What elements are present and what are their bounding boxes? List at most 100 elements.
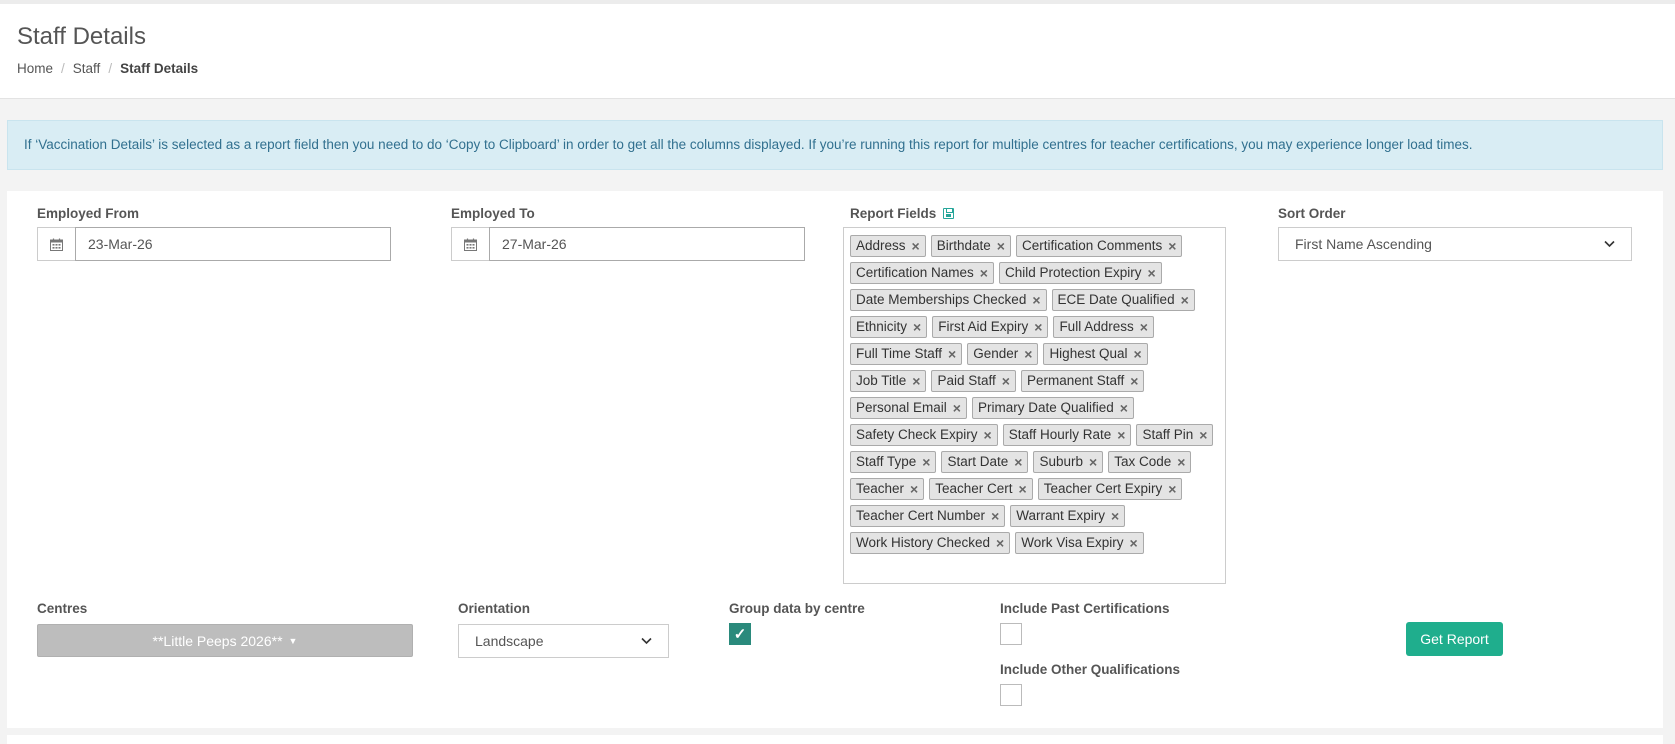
tag-row: Address × Birthdate × Certification Comments… [850, 232, 1219, 259]
sort-order-select[interactable]: First Name Ascending [1278, 227, 1632, 261]
remove-tag-icon[interactable]: × [1019, 481, 1027, 497]
remove-tag-icon[interactable]: × [997, 238, 1005, 254]
chevron-down-icon [641, 637, 652, 645]
remove-tag-icon[interactable]: × [996, 535, 1004, 551]
report-field-tag-label: Birthdate [936, 238, 991, 253]
breadcrumb-staff[interactable]: Staff [73, 61, 101, 76]
remove-tag-icon[interactable]: × [913, 319, 921, 335]
report-field-tag-label: Certification Comments [1021, 238, 1163, 253]
remove-tag-icon[interactable]: × [1133, 346, 1141, 362]
report-field-tag-label: Teacher [856, 481, 905, 496]
remove-tag-icon[interactable]: × [1120, 400, 1128, 416]
report-field-tag-label: Teacher Cert [935, 481, 1013, 496]
remove-tag-icon[interactable]: × [1089, 454, 1097, 470]
remove-tag-icon[interactable]: × [1034, 319, 1042, 335]
tag-row: Personal Email × Primary Date Qualified × [850, 394, 1219, 421]
remove-tag-icon[interactable]: × [1111, 508, 1119, 524]
report-field-tag: Paid Staff × [931, 369, 1016, 392]
report-field-tag: Ethnicity × [850, 315, 928, 338]
orientation-select[interactable]: Landscape [458, 624, 669, 658]
breadcrumb-separator: / [108, 61, 113, 76]
remove-tag-icon[interactable]: × [922, 454, 930, 470]
report-field-tag-label: Ethnicity [856, 319, 908, 334]
employed-from-label: Employed From [37, 206, 140, 221]
report-field-tag: Tax Code × [1108, 450, 1192, 473]
remove-tag-icon[interactable]: × [1032, 292, 1040, 308]
include-other-quals-label: Include Other Qualifications [1000, 662, 1181, 677]
remove-tag-icon[interactable]: × [912, 373, 920, 389]
report-field-tag: Personal Email × [850, 396, 967, 419]
report-field-tag-label: Suburb [1039, 454, 1083, 469]
remove-tag-icon[interactable]: × [1117, 427, 1125, 443]
report-field-tag: Certification Comments × [1015, 234, 1183, 257]
tag-row: Certification Names × Child Protection Exp… [850, 259, 1219, 286]
report-field-tag-label: Primary Date Qualified [977, 400, 1114, 415]
report-field-tag: Highest Qual × [1043, 342, 1148, 365]
report-field-tag-label: Staff Hourly Rate [1008, 427, 1112, 442]
calendar-icon[interactable] [451, 227, 489, 261]
sort-order-label: Sort Order [1278, 206, 1346, 221]
remove-tag-icon[interactable]: × [1140, 319, 1148, 335]
group-by-centre-label: Group data by centre [729, 601, 865, 616]
remove-tag-icon[interactable]: × [1168, 481, 1176, 497]
chevron-down-icon [1604, 240, 1615, 248]
tag-row: Ethnicity × First Aid Expiry × Full Address × [850, 313, 1219, 340]
remove-tag-icon[interactable]: × [1024, 346, 1032, 362]
remove-tag-icon[interactable]: × [991, 508, 999, 524]
remove-tag-icon[interactable]: × [1002, 373, 1010, 389]
save-icon[interactable] [943, 208, 955, 219]
report-field-tag: Work History Checked × [850, 531, 1011, 554]
report-field-tag: Child Protection Expiry × [998, 261, 1162, 284]
include-past-certs-checkbox[interactable] [1000, 623, 1022, 645]
get-report-button[interactable]: Get Report [1406, 622, 1503, 656]
remove-tag-icon[interactable]: × [980, 265, 988, 281]
centres-dropdown-button[interactable]: **Little Peeps 2026** ▼ [37, 624, 413, 657]
report-field-tag-label: Work History Checked [856, 535, 991, 550]
report-field-tag-label: Child Protection Expiry [1004, 265, 1142, 280]
remove-tag-icon[interactable]: × [1199, 427, 1207, 443]
report-field-tag-label: Highest Qual [1049, 346, 1128, 361]
tag-row: Work History Checked × Work Visa Expiry × [850, 529, 1219, 556]
group-by-centre-checkbox[interactable]: ✓ [729, 623, 751, 645]
remove-tag-icon[interactable]: × [948, 346, 956, 362]
report-field-tag: Teacher Cert × [929, 477, 1033, 500]
remove-tag-icon[interactable]: × [984, 427, 992, 443]
tag-row: Date Memberships Checked × ECE Date Qualif… [850, 286, 1219, 313]
remove-tag-icon[interactable]: × [1130, 373, 1138, 389]
report-field-tag-label: Address [856, 238, 906, 253]
remove-tag-icon[interactable]: × [910, 481, 918, 497]
tag-row: Job Title × Paid Staff × Permanent Staff × [850, 367, 1219, 394]
employed-to-input[interactable] [489, 227, 805, 261]
report-field-tag-label: First Aid Expiry [938, 319, 1029, 334]
report-field-tag-label: Staff Type [856, 454, 917, 469]
remove-tag-icon[interactable]: × [1148, 265, 1156, 281]
report-field-tag: Staff Type × [850, 450, 937, 473]
employed-from-input[interactable] [75, 227, 391, 261]
orientation-label: Orientation [458, 601, 531, 616]
remove-tag-icon[interactable]: × [912, 238, 920, 254]
report-field-tag-label: Gender [973, 346, 1019, 361]
report-field-tag: Teacher × [850, 477, 925, 500]
breadcrumb-home[interactable]: Home [17, 61, 53, 76]
report-field-tag-label: Date Memberships Checked [856, 292, 1027, 307]
report-fields-multiselect[interactable]: Address × Birthdate × Certification Comments… [843, 227, 1226, 584]
report-field-tag-label: Permanent Staff [1026, 373, 1125, 388]
remove-tag-icon[interactable]: × [1177, 454, 1185, 470]
check-icon: ✓ [733, 625, 747, 643]
remove-tag-icon[interactable]: × [1168, 238, 1176, 254]
orientation-value: Landscape [475, 633, 544, 649]
employed-to-group [451, 227, 805, 261]
tag-row: Teacher × Teacher Cert × Teacher Cert Expiry… [850, 475, 1219, 502]
calendar-icon[interactable] [37, 227, 75, 261]
report-field-tag: Teacher Cert Number × [850, 504, 1006, 527]
remove-tag-icon[interactable]: × [1181, 292, 1189, 308]
report-field-tag-label: Staff Pin [1142, 427, 1194, 442]
employed-from-group [37, 227, 391, 261]
remove-tag-icon[interactable]: × [1014, 454, 1022, 470]
report-field-tag: ECE Date Qualified × [1051, 288, 1195, 311]
report-field-tag-label: Tax Code [1114, 454, 1172, 469]
include-other-quals-checkbox[interactable] [1000, 684, 1022, 706]
breadcrumb: Home / Staff / Staff Details [17, 61, 198, 76]
remove-tag-icon[interactable]: × [1130, 535, 1138, 551]
remove-tag-icon[interactable]: × [953, 400, 961, 416]
